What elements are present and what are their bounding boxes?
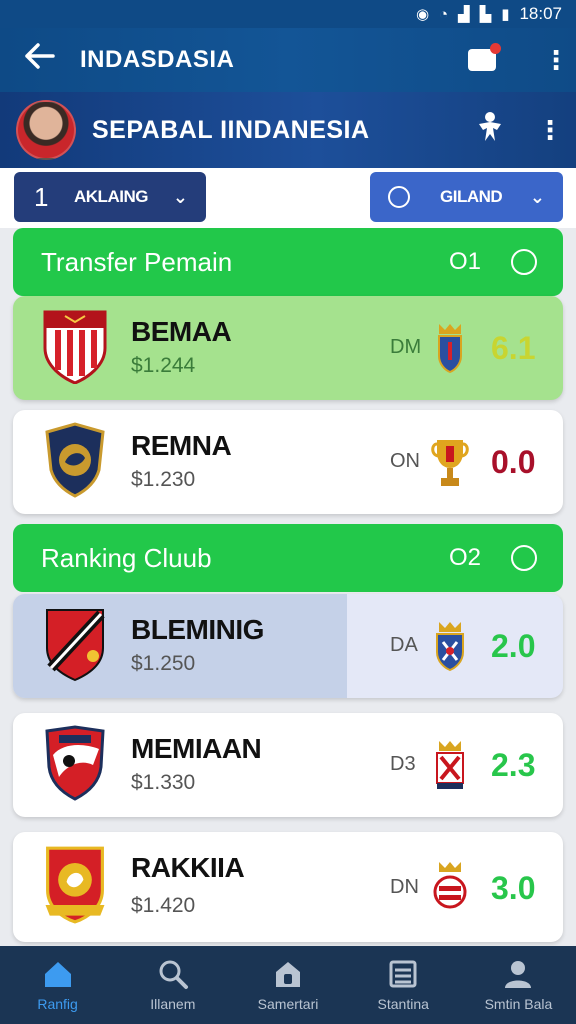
trophy-icon xyxy=(431,440,469,486)
transfer-card[interactable]: BEMAA $1.244 DM 6.1 xyxy=(13,296,563,400)
ranking-dropdown[interactable]: 1 AKLAING ⌄ xyxy=(14,172,206,222)
nav-item-search[interactable]: Illanem xyxy=(115,946,230,1024)
chevron-down-icon: ⌄ xyxy=(529,186,545,207)
section-title: Transfer Pemain xyxy=(41,246,233,277)
search-icon xyxy=(159,960,188,989)
status-bar: ◉ ◔ ▟ ▙ ▮ 18:07 xyxy=(0,0,576,28)
banner-title: SEPABAL IINDANESIA xyxy=(92,115,370,144)
lock-icon xyxy=(276,962,300,987)
nav-item-list[interactable]: Stantina xyxy=(346,946,461,1024)
club-price: $1.250 xyxy=(131,652,196,675)
section-count: O1 xyxy=(448,248,481,275)
trophy-icon xyxy=(438,324,462,374)
nav-label: Smtin Bala xyxy=(484,996,553,1012)
club-crest-icon xyxy=(45,846,105,924)
club-price: $1.330 xyxy=(131,771,196,794)
club-code: DN xyxy=(390,876,419,898)
app-bar: INDASDASIA ⋮ xyxy=(0,28,576,92)
club-name: RAKKIIA xyxy=(131,852,245,883)
nav-label: Samertari xyxy=(257,996,319,1012)
section-toggle-icon[interactable] xyxy=(511,545,537,571)
section-title: Ranking Cluub xyxy=(41,542,212,573)
status-time: 18:07 xyxy=(519,4,562,23)
trophy-icon xyxy=(436,622,464,672)
club-score: 2.3 xyxy=(491,747,536,783)
club-crest-icon xyxy=(45,422,105,498)
club-crest-icon xyxy=(43,310,107,384)
transfer-card[interactable]: REMNA $1.230 ON 0.0 xyxy=(13,410,563,514)
club-name: BEMAA xyxy=(131,316,232,347)
club-price: $1.420 xyxy=(131,894,196,917)
battery-icon: ▮ xyxy=(501,6,510,23)
profile-icon xyxy=(505,961,532,988)
chat-icon[interactable] xyxy=(468,43,501,71)
dropdown-number: 1 xyxy=(34,181,49,212)
soccer-player-icon[interactable] xyxy=(470,110,510,151)
nav-item-lock[interactable]: Samertari xyxy=(230,946,345,1024)
section-count: O2 xyxy=(448,544,481,571)
app-title: INDASDASIA xyxy=(80,46,235,73)
radio-icon xyxy=(388,186,410,208)
bottom-navigation: Ranfig Illanem Samertari Stantina Smtin … xyxy=(0,946,576,1024)
club-score: 2.0 xyxy=(491,628,536,664)
club-crest-icon xyxy=(45,725,105,801)
player-avatar xyxy=(16,100,76,160)
filter-row: 1 AKLAING ⌄ GILAND ⌄ xyxy=(0,168,576,228)
club-price: $1.230 xyxy=(131,468,196,491)
club-code: ON xyxy=(390,450,420,472)
club-name: MEMIAAN xyxy=(131,733,262,764)
more-vert-icon[interactable]: ⋮ xyxy=(536,45,576,76)
trophy-icon xyxy=(433,862,467,909)
trophy-icon xyxy=(436,741,464,789)
club-code: DM xyxy=(390,336,422,358)
club-score: 6.1 xyxy=(491,330,536,366)
ranking-card[interactable]: RAKKIIA $1.420 DN 3.0 xyxy=(13,832,563,942)
list-icon xyxy=(389,960,417,988)
signal-icon: ▟ xyxy=(458,6,470,23)
dropdown-label: GILAND xyxy=(440,187,503,206)
ranking-card[interactable]: BLEMINIG $1.250 DA 2.0 xyxy=(13,594,563,698)
club-name: BLEMINIG xyxy=(131,614,264,645)
banner-more-vert-icon[interactable]: ⋮ xyxy=(530,115,570,146)
region-dropdown[interactable]: GILAND ⌄ xyxy=(370,172,563,222)
nfc-icon: ◉ xyxy=(415,6,430,23)
club-code: D3 xyxy=(390,753,416,775)
club-score: 0.0 xyxy=(491,444,536,480)
chevron-down-icon: ⌄ xyxy=(172,186,188,207)
club-code: DA xyxy=(390,634,418,656)
nav-label: Stantina xyxy=(377,996,429,1012)
nav-label: Ranfig xyxy=(37,996,78,1012)
ranking-card[interactable]: MEMIAAN $1.330 D3 2.3 xyxy=(13,713,563,817)
section-toggle-icon[interactable] xyxy=(511,249,537,275)
league-banner: SEPABAL IINDANESIA ⋮ xyxy=(0,92,576,168)
nav-label: Illanem xyxy=(150,996,196,1012)
section-transfer[interactable]: Transfer Pemain O1 xyxy=(13,228,563,296)
wifi-icon: ▙ xyxy=(479,6,492,23)
back-arrow-icon[interactable] xyxy=(0,43,80,77)
dropdown-label: AKLAING xyxy=(74,187,148,206)
alarm-icon: ◔ xyxy=(439,5,449,23)
section-ranking[interactable]: Ranking Cluub O2 xyxy=(13,524,563,592)
nav-item-home[interactable]: Ranfig xyxy=(0,946,115,1024)
club-score: 3.0 xyxy=(491,870,536,906)
club-name: REMNA xyxy=(131,430,232,461)
home-icon xyxy=(44,962,71,987)
club-price: $1.244 xyxy=(131,354,196,377)
club-crest-icon xyxy=(46,609,105,682)
nav-item-profile[interactable]: Smtin Bala xyxy=(461,946,576,1024)
